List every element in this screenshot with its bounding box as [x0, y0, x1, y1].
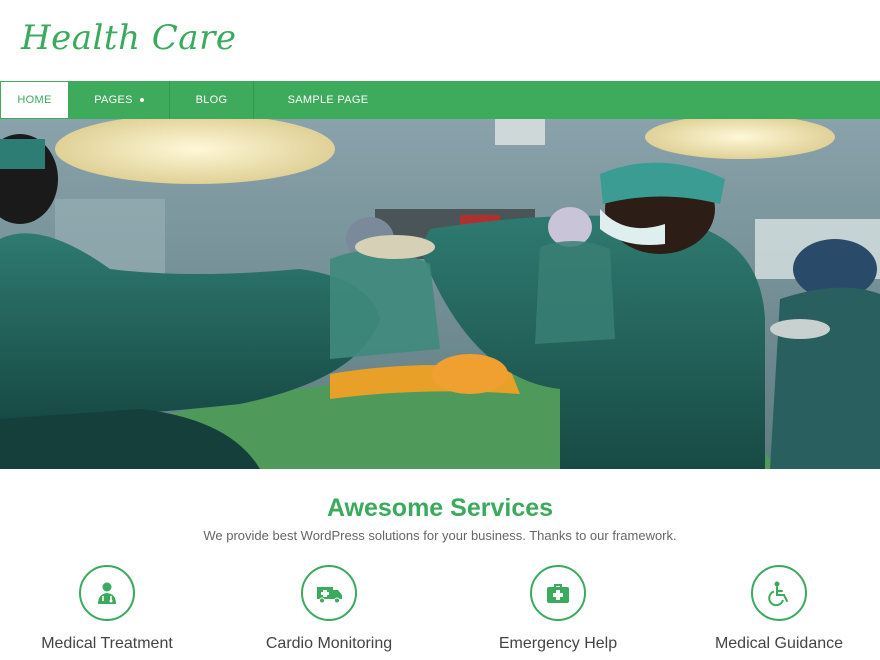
service-item-medical-guidance[interactable]: Medical Guidance [679, 565, 879, 653]
wheelchair-icon [751, 565, 807, 621]
service-label: Medical Treatment [41, 635, 173, 652]
services-title: Awesome Services [326, 494, 554, 522]
surgery-scene-illustration [0, 119, 880, 469]
services-section: Awesome Services We provide best WordPre… [0, 469, 880, 660]
hero-image [0, 119, 880, 469]
service-item-cardio-monitoring[interactable]: Cardio Monitoring [229, 565, 429, 653]
nav-item-sample-page[interactable]: SAMPLE PAGE [254, 81, 402, 119]
site-header: Health Care [0, 0, 880, 81]
nav-item-label: SAMPLE PAGE [287, 94, 369, 106]
dropdown-indicator-icon [139, 98, 144, 102]
service-item-medical-treatment[interactable]: Medical Treatment [7, 565, 207, 653]
nav-item-blog[interactable]: BLOG [170, 81, 254, 119]
nav-item-home[interactable]: HOME [0, 81, 69, 119]
nav-item-label: BLOG [195, 94, 228, 106]
site-logo[interactable]: Health Care [21, 18, 236, 58]
service-label: Medical Guidance [714, 635, 844, 652]
nav-item-label: PAGES [94, 94, 133, 106]
main-nav: HOME PAGES BLOG SAMPLE PAGE [0, 81, 880, 119]
nav-item-pages[interactable]: PAGES [69, 81, 170, 119]
doctor-icon [79, 565, 135, 621]
service-label: Emergency Help [498, 635, 618, 652]
service-item-emergency-help[interactable]: Emergency Help [458, 565, 658, 653]
services-subtitle: We provide best WordPress solutions for … [203, 528, 677, 543]
nav-item-label: HOME [17, 94, 52, 106]
ambulance-icon [301, 565, 357, 621]
service-label: Cardio Monitoring [265, 635, 393, 652]
first-aid-kit-icon [530, 565, 586, 621]
